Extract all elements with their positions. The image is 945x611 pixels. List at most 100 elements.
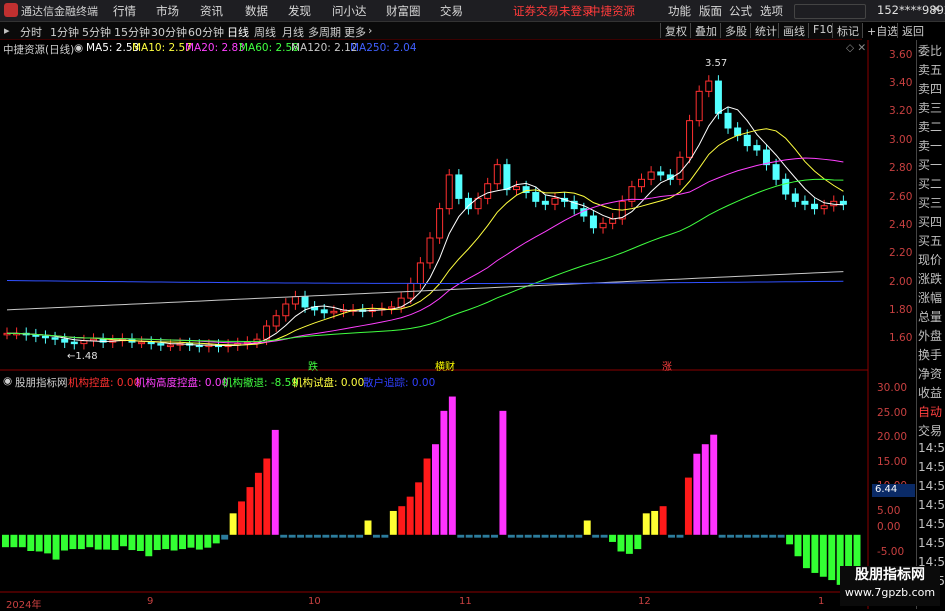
indicator-bar (35, 534, 43, 552)
indicator-bar (18, 534, 26, 548)
menu-jiaoyi[interactable]: 交易 (440, 3, 463, 19)
tool-biaoji[interactable]: 标记 (832, 23, 859, 38)
tool-zixuan[interactable]: +自选 (862, 23, 898, 38)
indicator-bar (263, 458, 271, 535)
candle-body (782, 178, 790, 195)
indicator-dropdown-icon[interactable]: ◉ (3, 375, 12, 387)
indicator-bar (432, 444, 439, 535)
menu-wenxiaoda[interactable]: 问小达 (332, 3, 367, 19)
period-monthly[interactable]: 月线 (282, 24, 304, 40)
indicator-bar (288, 534, 296, 538)
period-daily[interactable]: 日线 (227, 24, 249, 40)
indicator-bar (676, 534, 684, 538)
indicator-bar (541, 534, 549, 538)
menu-gongneng[interactable]: 功能 (668, 3, 691, 19)
indicator-bar (566, 534, 574, 538)
menu-hangqing[interactable]: 行情 (113, 3, 136, 19)
menu-zixun[interactable]: 资讯 (200, 3, 223, 19)
indicator-bar (406, 496, 414, 535)
candle-body (801, 200, 809, 205)
period-more[interactable]: 更多 (344, 24, 366, 40)
candle-body (676, 156, 684, 180)
login-notice[interactable]: 证券交易未登录 (513, 3, 594, 19)
quote-field: 买一 (918, 158, 943, 172)
search-box[interactable] (794, 4, 866, 19)
ytick: 20.00 (877, 431, 908, 443)
indicator-bar (760, 534, 768, 538)
candle-body (166, 344, 174, 348)
tool-f10[interactable]: F10 (808, 23, 833, 38)
watermark: 股朋指标网 www.7gpzb.com (840, 566, 940, 606)
ytick: 15.00 (877, 456, 908, 468)
candle-body (811, 203, 819, 210)
chart-canvas[interactable] (0, 40, 916, 609)
ind-label-sanhu: 散户追踪: 0.00 (363, 377, 436, 389)
menu-caifuquan[interactable]: 财富圈 (386, 3, 421, 19)
indicator-bar (735, 534, 743, 538)
indicator-bar (170, 534, 178, 551)
period-weekly[interactable]: 周线 (254, 24, 276, 40)
period-60min[interactable]: 60分钟 (188, 24, 224, 40)
candle-body (51, 337, 59, 340)
quote-field: 收益 (918, 386, 943, 400)
price-chart (3, 75, 847, 353)
x-tick: 11 (459, 596, 472, 607)
ind-label-chetui: 机构撤退: -8.59 (222, 377, 299, 389)
ytick: 25.00 (877, 407, 908, 419)
candle-body (734, 127, 742, 136)
quote-field: 换手 (918, 348, 943, 362)
tool-fanhui[interactable]: 返回 (897, 23, 924, 38)
tool-huaxian[interactable]: 画线 (778, 23, 805, 38)
menu-xuanxiang[interactable]: 选项 (760, 3, 783, 19)
period-30min[interactable]: 30分钟 (151, 24, 187, 40)
quote-field: 委比 (918, 44, 943, 58)
indicator-bar (474, 534, 482, 538)
quote-field: 14:56 (918, 460, 945, 474)
tool-diejia[interactable]: 叠加 (690, 23, 717, 38)
ma-dropdown-icon[interactable]: ◉ (74, 42, 83, 54)
candle-body (263, 325, 271, 340)
indicator-bar (727, 534, 735, 538)
quote-field: 卖二 (918, 120, 943, 134)
menu-shuju[interactable]: 数据 (245, 3, 268, 19)
quote-field: 卖四 (918, 82, 943, 96)
menu-gongshi[interactable]: 公式 (729, 3, 752, 19)
indicator-bar (330, 534, 338, 538)
more-arrow-icon[interactable]: › (368, 24, 372, 37)
chart-close-icon[interactable]: ◇ ✕ (846, 42, 866, 54)
candle-body (532, 192, 540, 202)
tool-duogu[interactable]: 多股 (720, 23, 747, 38)
period-1min[interactable]: 1分钟 (50, 24, 79, 40)
indicator-bar (347, 534, 355, 538)
quote-field: 买二 (918, 177, 943, 191)
indicator-bar (27, 534, 35, 551)
menu-banmian[interactable]: 版面 (699, 3, 722, 19)
period-dropdown-icon[interactable]: ▸ (4, 24, 10, 37)
indicator-bar (659, 506, 667, 535)
candle-body (714, 80, 722, 114)
ma-line (7, 106, 844, 347)
period-15min[interactable]: 15分钟 (114, 24, 150, 40)
ind-label-kongpan: 机构控盘: 0.00 (68, 377, 141, 389)
period-fenshi[interactable]: 分时 (20, 24, 42, 40)
indicator-bar (634, 534, 642, 550)
indicator-bar (592, 534, 600, 538)
tool-tongji[interactable]: 统计 (750, 23, 777, 38)
indicator-bar (61, 534, 68, 551)
period-multi[interactable]: 多周期 (308, 24, 341, 40)
ind-label-gaodu: 机构高度控盘: 0.00 (135, 377, 229, 389)
candle-body (599, 222, 607, 229)
broker-name[interactable]: 中捷资源 (589, 3, 635, 19)
candle-body (839, 200, 847, 205)
indicator-bar (710, 434, 718, 535)
candle-body (445, 174, 453, 210)
period-5min[interactable]: 5分钟 (82, 24, 111, 40)
menu-shichang[interactable]: 市场 (156, 3, 179, 19)
indicator-bar (465, 534, 473, 538)
quote-field: 买三 (918, 196, 943, 210)
indicator-chart (2, 396, 861, 585)
menu-faxian[interactable]: 发现 (288, 3, 311, 19)
tool-fuquan[interactable]: 复权 (660, 23, 687, 38)
quote-field: 外盘 (918, 329, 943, 343)
close-icon[interactable]: ✕ (931, 2, 941, 16)
